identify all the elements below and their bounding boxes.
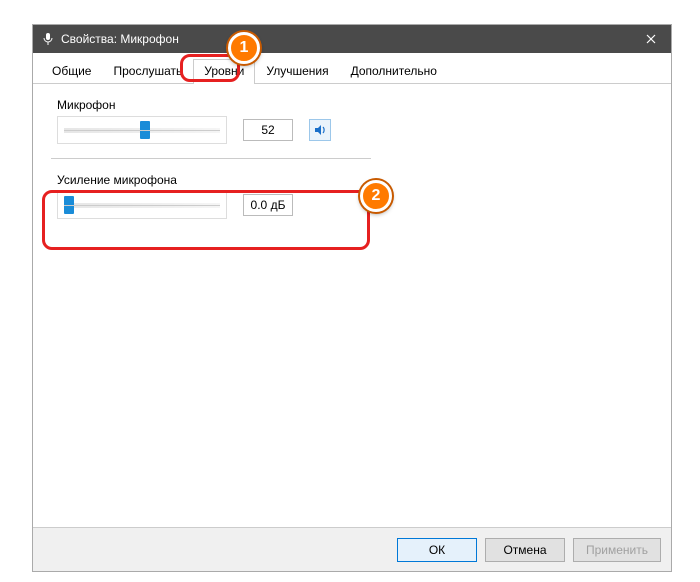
tab-bar: Общие Прослушать Уровни Улучшения Дополн… [33, 53, 671, 84]
boost-label: Усиление микрофона [57, 173, 653, 187]
cancel-button[interactable]: Отмена [485, 538, 565, 562]
properties-window: Свойства: Микрофон Общие Прослушать Уров… [32, 24, 672, 572]
dialog-footer: ОК Отмена Применить [33, 527, 671, 571]
callout-2: 2 [360, 180, 392, 212]
boost-group: Усиление микрофона 0.0 дБ [51, 173, 653, 219]
tab-general[interactable]: Общие [41, 59, 102, 83]
microphone-value: 52 [243, 119, 293, 141]
tab-listen[interactable]: Прослушать [102, 59, 193, 83]
titlebar: Свойства: Микрофон [33, 25, 671, 53]
microphone-slider[interactable] [57, 116, 227, 144]
close-button[interactable] [631, 25, 671, 53]
tab-content: Микрофон 52 Усиление микрофона 0.0 дБ [33, 84, 671, 544]
microphone-label: Микрофон [57, 98, 653, 112]
microphone-group: Микрофон 52 [51, 98, 653, 144]
apply-button: Применить [573, 538, 661, 562]
divider [51, 158, 371, 159]
mute-button[interactable] [309, 119, 331, 141]
callout-1: 1 [228, 32, 260, 64]
microphone-row: 52 [57, 116, 653, 144]
microphone-icon [41, 32, 55, 46]
boost-value: 0.0 дБ [243, 194, 293, 216]
boost-slider[interactable] [57, 191, 227, 219]
ok-button[interactable]: ОК [397, 538, 477, 562]
tab-enhancements[interactable]: Улучшения [255, 59, 339, 83]
boost-row: 0.0 дБ [57, 191, 653, 219]
tab-advanced[interactable]: Дополнительно [340, 59, 448, 83]
window-title: Свойства: Микрофон [61, 32, 631, 46]
